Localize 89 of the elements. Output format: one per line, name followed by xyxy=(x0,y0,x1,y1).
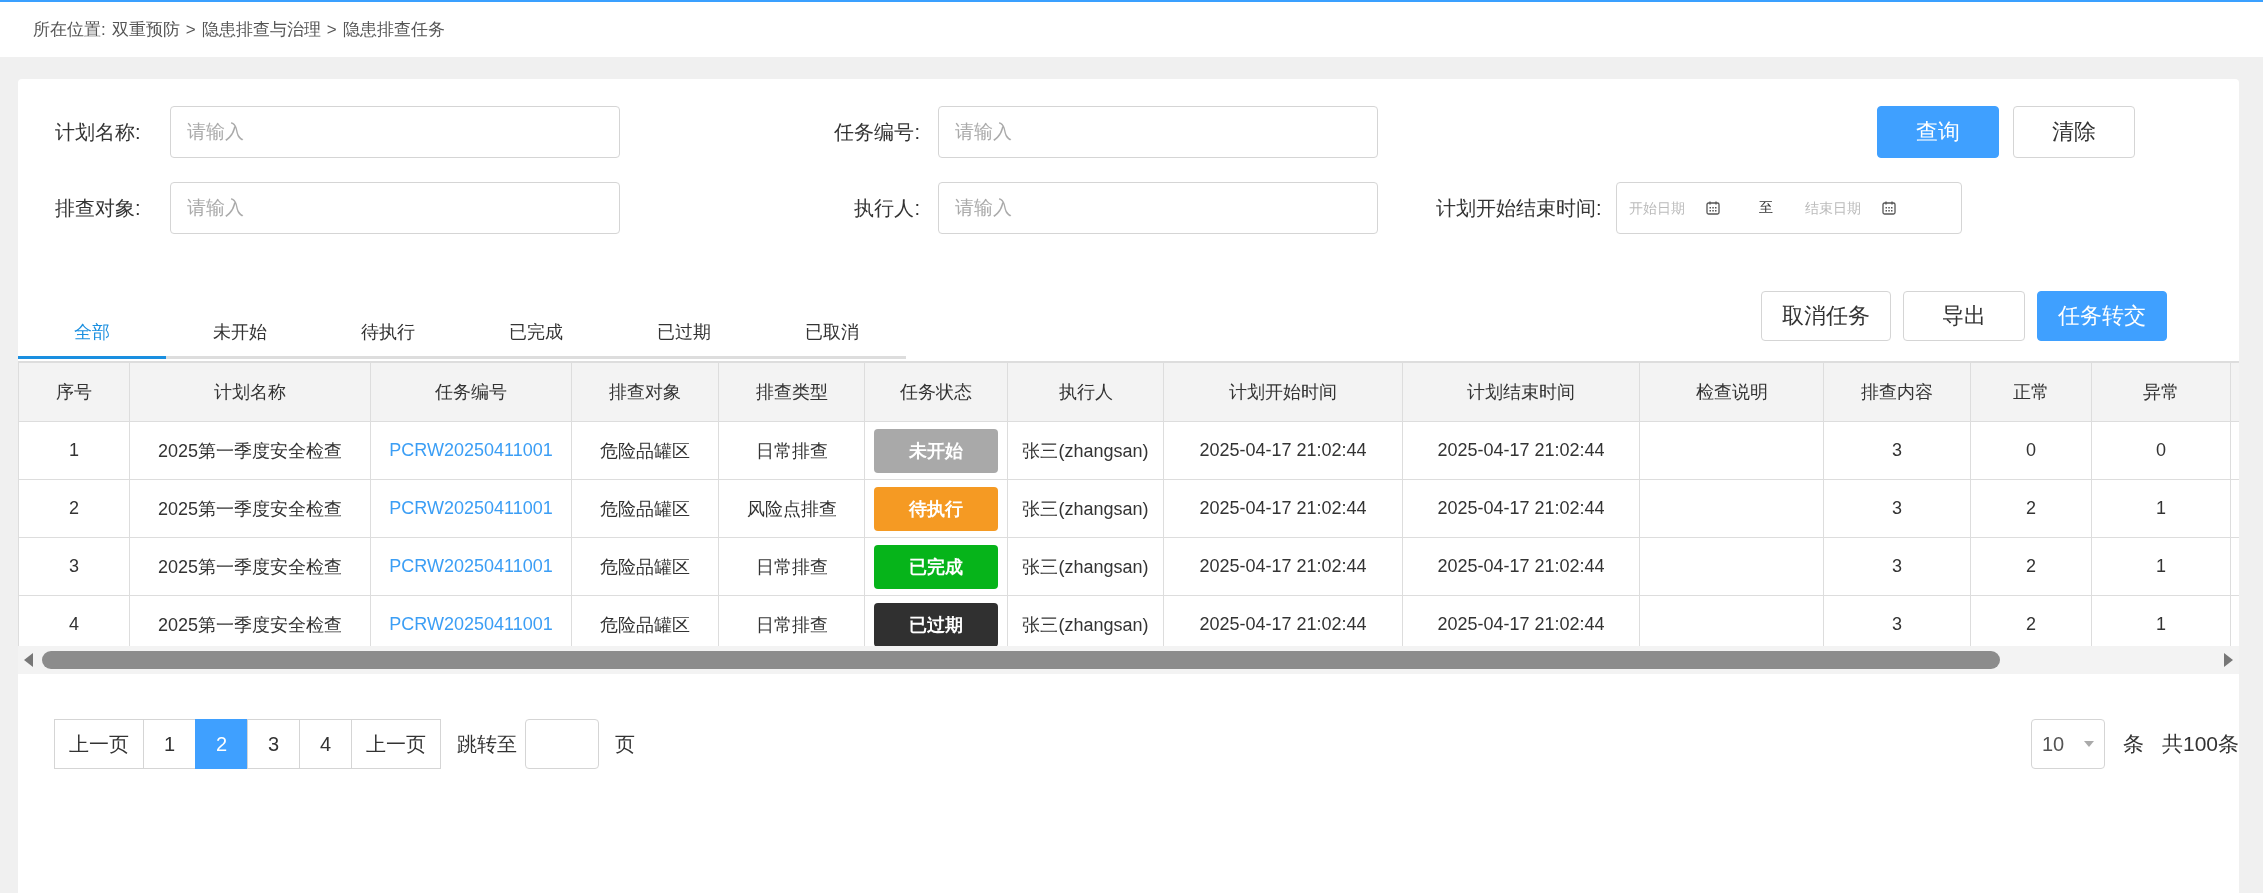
tab[interactable]: 全部 xyxy=(18,307,166,359)
breadcrumb-label: 所在位置: xyxy=(33,19,106,41)
table-cell: 2025-04-17 21:02:44 xyxy=(1163,537,1403,596)
column-header: 排查对象 xyxy=(571,362,719,422)
breadcrumb-separator: > xyxy=(185,19,196,40)
column-header: 任务状态 xyxy=(864,362,1008,422)
input-field[interactable]: 请输入 xyxy=(170,182,620,234)
table-cell: 2025-04-17 21:02:44 xyxy=(1402,537,1640,596)
table-cell: 2025-04-17 21:02:44 xyxy=(1163,479,1403,538)
status-badge: 已完成 xyxy=(874,544,998,589)
action-button[interactable]: 导出 xyxy=(1903,291,2025,341)
total-count: 共100条 xyxy=(2161,731,2239,757)
field-label: 计划名称: xyxy=(54,119,142,145)
input-field[interactable]: 请输入 xyxy=(170,106,620,158)
page-button[interactable]: 1 xyxy=(143,719,196,769)
column-header: 计划名称 xyxy=(129,362,371,422)
table-cell: 张三(zhangsan) xyxy=(1007,537,1164,596)
page-suffix: 页 xyxy=(615,731,635,757)
action-button[interactable]: 取消任务 xyxy=(1761,291,1891,341)
column-header: 执行人 xyxy=(1007,362,1164,422)
table-cell: 日常排查 xyxy=(718,421,865,480)
column-header: 计划开始时间 xyxy=(1163,362,1403,422)
table-cell: 3 xyxy=(1823,421,1971,480)
table-cell: 2025第一季度安全检查 xyxy=(129,479,371,538)
breadcrumb-item[interactable]: 隐患排查与治理 xyxy=(201,18,321,41)
table-cell: 2025-04-17 21:02:44 xyxy=(1163,421,1403,480)
table-cell: 日常排查 xyxy=(718,537,865,596)
date-separator: 至 xyxy=(1758,199,1773,217)
table-cell: 3 xyxy=(1823,537,1971,596)
column-header: 序号 xyxy=(18,362,130,422)
page-size-select[interactable]: 10 xyxy=(2030,719,2105,769)
table-cell: 2025-04-17 21:02:44 xyxy=(1402,421,1640,480)
jump-label: 跳转至 xyxy=(457,731,517,757)
status-badge: 未开始 xyxy=(874,428,998,473)
input-field[interactable]: 请输入 xyxy=(938,182,1378,234)
date-range-field[interactable]: 开始日期 至 结束日期 xyxy=(1615,182,1962,234)
tab[interactable]: 待执行 xyxy=(314,307,462,359)
status-badge: 已过期 xyxy=(874,602,998,646)
clear-button[interactable]: 清除 xyxy=(2013,106,2135,158)
table-cell: 危险品罐区 xyxy=(571,479,719,538)
column-header: 任务编号 xyxy=(370,362,572,422)
table-cell: 2025第一季度安全检查 xyxy=(129,421,371,480)
field-label: 排查对象: xyxy=(54,195,142,221)
calendar-icon xyxy=(1880,200,1897,216)
input-field[interactable]: 请输入 xyxy=(938,106,1378,158)
column-header: 排查类型 xyxy=(718,362,865,422)
table-cell: 2 xyxy=(18,479,130,538)
next-page-button[interactable]: 上一页 xyxy=(351,719,441,769)
table-cell: 2 xyxy=(1970,479,2092,538)
column-header: 异常 xyxy=(2091,362,2231,422)
breadcrumb-item[interactable]: 双重预防 xyxy=(111,18,180,41)
table-cell: 张三(zhangsan) xyxy=(1007,479,1164,538)
table-cell: 3 xyxy=(18,537,130,596)
table-cell: 1 xyxy=(2091,479,2231,538)
table-cell: 危险品罐区 xyxy=(571,421,719,480)
table-cell: 2 xyxy=(1970,537,2092,596)
scroll-right-icon[interactable] xyxy=(2223,653,2233,667)
tab[interactable]: 已取消 xyxy=(758,307,906,359)
table-cell: 3 xyxy=(1823,479,1971,538)
table-cell: 0 xyxy=(1970,421,2092,480)
table-cell: 危险品罐区 xyxy=(571,537,719,596)
table-cell: 1 xyxy=(18,421,130,480)
status-badge: 待执行 xyxy=(874,486,998,531)
column-header: 排查内容 xyxy=(1823,362,1971,422)
field-label: 执行人: xyxy=(853,195,921,221)
page-jump-field[interactable] xyxy=(525,719,599,769)
table-cell: 0 xyxy=(2091,421,2231,480)
column-header: 检查说明 xyxy=(1639,362,1824,422)
tab[interactable]: 已过期 xyxy=(610,307,758,359)
field-label: 计划开始结束时间: xyxy=(1435,195,1603,221)
previous-page-button[interactable]: 上一页 xyxy=(54,719,144,769)
field-label: 任务编号: xyxy=(833,119,921,145)
column-header: 正常 xyxy=(1970,362,2092,422)
page-button[interactable]: 3 xyxy=(247,719,300,769)
table-cell: 2025-04-17 21:02:44 xyxy=(1402,479,1640,538)
column-header: 计划结束时间 xyxy=(1402,362,1640,422)
caret-icon xyxy=(2083,741,2094,747)
calendar-icon xyxy=(1704,200,1721,216)
page-button[interactable]: 4 xyxy=(299,719,352,769)
tab[interactable]: 未开始 xyxy=(166,307,314,359)
scroll-left-icon[interactable] xyxy=(24,653,34,667)
table-cell: 2025第一季度安全检查 xyxy=(129,537,371,596)
table-cell: 1 xyxy=(2091,537,2231,596)
table-cell: 风险点排查 xyxy=(718,479,865,538)
page-size-unit: 条 xyxy=(2122,731,2144,757)
table-cell: 张三(zhangsan) xyxy=(1007,421,1164,480)
breadcrumb-item[interactable]: 隐患排查任务 xyxy=(342,18,445,41)
tab[interactable]: 已完成 xyxy=(462,307,610,359)
breadcrumb-separator: > xyxy=(326,19,337,40)
